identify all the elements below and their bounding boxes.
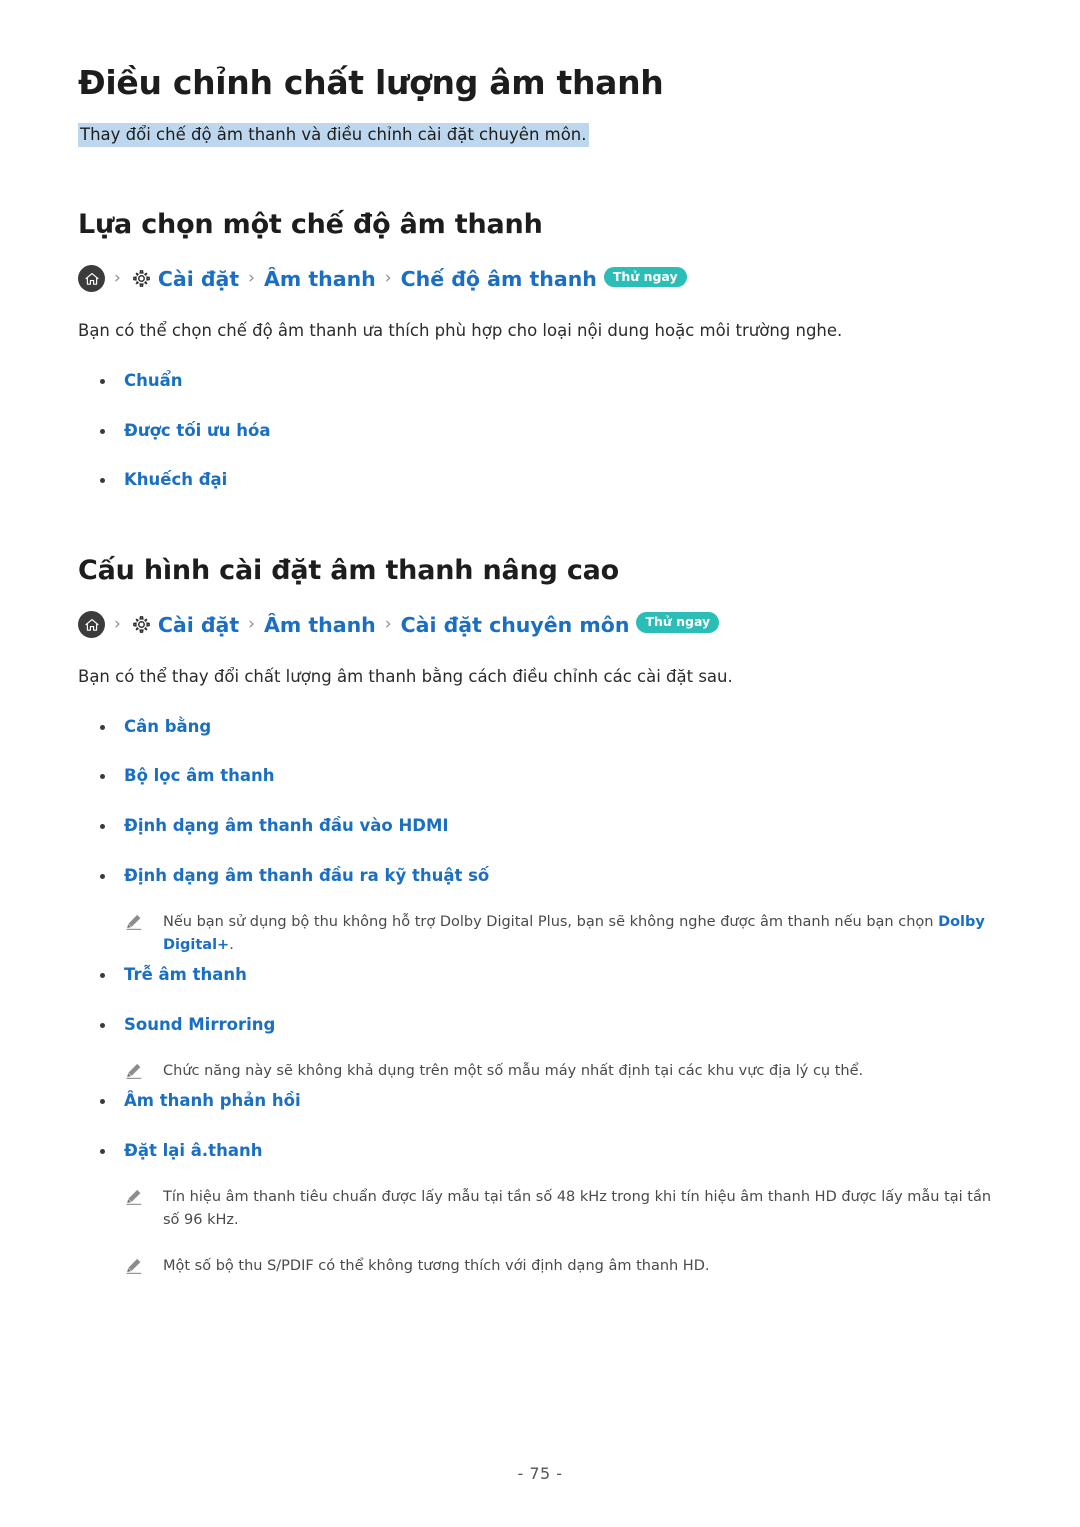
page-number: - 75 - — [517, 1464, 563, 1483]
document-page: Điều chỉnh chất lượng âm thanh Thay đổi … — [0, 0, 1080, 1527]
chevron-right-icon: › — [248, 614, 255, 635]
note-sound-mirroring: Chức năng này sẽ không khả dụng trên một… — [78, 1060, 1002, 1083]
list-item[interactable]: Sound Mirroring — [78, 1013, 1002, 1038]
list-item[interactable]: Chuẩn — [78, 369, 1002, 394]
home-icon[interactable] — [78, 265, 105, 293]
chevron-right-icon: › — [384, 614, 392, 635]
pencil-icon — [124, 912, 144, 932]
note-text: Một số bộ thu S/PDIF có thể không tương … — [163, 1257, 710, 1274]
list-item[interactable]: Được tối ưu hóa — [78, 419, 1002, 444]
breadcrumb-item-sound-mode[interactable]: Chế độ âm thanh — [401, 267, 597, 291]
expert-settings-list-continued-a: Trễ âm thanh Sound Mirroring — [78, 963, 1002, 1038]
expert-settings-list: Cân bằng Bộ lọc âm thanh Định dạng âm th… — [78, 715, 1002, 889]
note-spdif-compatibility: Một số bộ thu S/PDIF có thể không tương … — [78, 1255, 1002, 1278]
breadcrumb-expert-settings: › Cài đặt › Âm thanh › Cài đặt chuyên mô… — [78, 611, 1002, 639]
section-paragraph-expert-settings: Bạn có thể thay đổi chất lượng âm thanh … — [78, 667, 733, 687]
note-text: Chức năng này sẽ không khả dụng trên một… — [163, 1062, 864, 1079]
pencil-icon — [124, 1061, 144, 1081]
section-paragraph-sound-mode: Bạn có thể chọn chế độ âm thanh ưa thích… — [78, 321, 843, 341]
chevron-right-icon: › — [384, 268, 392, 289]
note-text-after: . — [229, 937, 234, 953]
pencil-icon — [124, 1256, 144, 1276]
page-subtitle: Thay đổi chế độ âm thanh và điều chỉnh c… — [78, 123, 589, 148]
breadcrumb-sound-mode: › Cài đặt › Âm thanh › Chế độ âm thanh T… — [78, 265, 1002, 293]
note-text: Tín hiệu âm thanh tiêu chuẩn được lấy mẫ… — [163, 1188, 992, 1229]
section-heading-sound-mode: Lựa chọn một chế độ âm thanh — [78, 209, 543, 241]
sound-mode-option-list: Chuẩn Được tối ưu hóa Khuếch đại — [78, 369, 1002, 493]
list-item[interactable]: Khuếch đại — [78, 468, 1002, 493]
pencil-icon — [124, 1187, 144, 1207]
gear-icon[interactable] — [130, 613, 153, 636]
chevron-right-icon: › — [114, 614, 121, 635]
page-title: Điều chỉnh chất lượng âm thanh — [78, 63, 664, 102]
list-item[interactable]: Đặt lại â.thanh — [78, 1139, 1002, 1164]
page-subtitle-row: Thay đổi chế độ âm thanh và điều chỉnh c… — [78, 121, 1002, 149]
list-item[interactable]: Định dạng âm thanh đầu ra kỹ thuật số — [78, 864, 1002, 889]
expert-settings-list-continued-b: Âm thanh phản hồi Đặt lại â.thanh — [78, 1089, 1002, 1164]
breadcrumb-item-sound[interactable]: Âm thanh — [264, 613, 376, 637]
note-sampling-frequency: Tín hiệu âm thanh tiêu chuẩn được lấy mẫ… — [78, 1186, 1002, 1233]
breadcrumb-item-settings[interactable]: Cài đặt — [158, 613, 239, 637]
try-now-badge[interactable]: Thử ngay — [636, 612, 720, 633]
section-heading-expert-settings: Cấu hình cài đặt âm thanh nâng cao — [78, 555, 620, 587]
chevron-right-icon: › — [114, 268, 121, 289]
list-item[interactable]: Bộ lọc âm thanh — [78, 764, 1002, 789]
list-item[interactable]: Định dạng âm thanh đầu vào HDMI — [78, 814, 1002, 839]
note-text-before: Nếu bạn sử dụng bộ thu không hỗ trợ Dolb… — [163, 913, 939, 930]
try-now-badge[interactable]: Thử ngay — [603, 266, 687, 288]
list-item[interactable]: Âm thanh phản hồi — [78, 1089, 1002, 1114]
note-dolby-digital: Nếu bạn sử dụng bộ thu không hỗ trợ Dolb… — [78, 911, 1002, 958]
list-item[interactable]: Cân bằng — [78, 715, 1002, 740]
breadcrumb-item-settings[interactable]: Cài đặt — [158, 267, 239, 291]
chevron-right-icon: › — [248, 268, 255, 289]
home-icon[interactable] — [78, 611, 105, 639]
gear-icon[interactable] — [130, 267, 153, 290]
breadcrumb-item-sound[interactable]: Âm thanh — [264, 267, 376, 291]
list-item[interactable]: Trễ âm thanh — [78, 963, 1002, 988]
breadcrumb-item-expert-settings[interactable]: Cài đặt chuyên môn — [401, 613, 630, 637]
